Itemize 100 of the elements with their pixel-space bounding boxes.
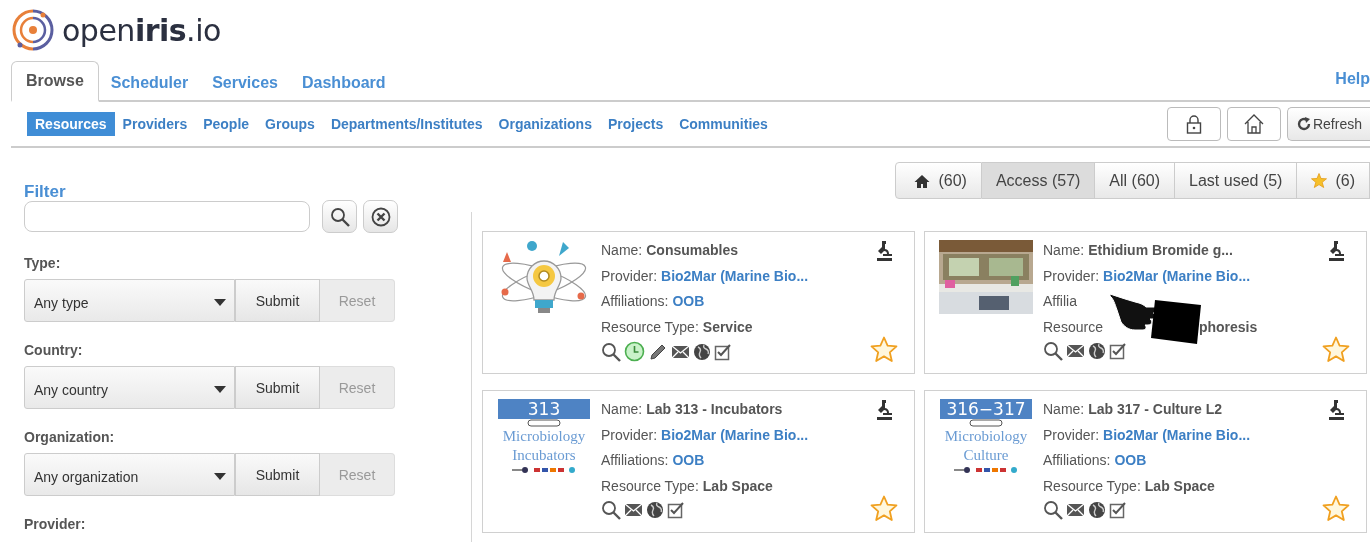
field-link[interactable]: OOB bbox=[672, 452, 705, 468]
microscope-icon bbox=[874, 399, 894, 421]
field-value: Lab 313 - Incubators bbox=[646, 401, 783, 417]
close-icon bbox=[370, 206, 391, 227]
checkbox-icon[interactable] bbox=[1109, 342, 1127, 360]
logo-text[interactable]: openiris.io bbox=[62, 12, 221, 48]
refresh-button[interactable]: Refresh bbox=[1286, 107, 1370, 141]
submit-button[interactable]: Submit bbox=[235, 279, 320, 322]
field-label: Affiliations: bbox=[601, 452, 669, 468]
checkbox-icon[interactable] bbox=[714, 342, 732, 361]
submit-button[interactable]: Submit bbox=[235, 453, 320, 496]
search-icon[interactable] bbox=[1043, 341, 1063, 361]
field-value: Lab Space bbox=[1144, 477, 1215, 494]
field-label: Type: bbox=[24, 255, 62, 271]
field-value: Service bbox=[702, 318, 753, 335]
search-field[interactable] bbox=[24, 201, 310, 232]
globe-icon[interactable] bbox=[1088, 342, 1106, 360]
thumbnail-text: Incubators bbox=[512, 446, 576, 465]
view-tab[interactable]: Last used (5) bbox=[1175, 162, 1298, 199]
field-value: Lab 317 - Culture L2 bbox=[1088, 401, 1223, 417]
caret-icon bbox=[214, 386, 226, 393]
field-link[interactable]: OOB bbox=[672, 293, 705, 309]
sub-tab[interactable]: Departments/Institutes bbox=[322, 112, 491, 136]
field-label: Provider: bbox=[601, 267, 658, 284]
checkbox-icon[interactable] bbox=[1109, 501, 1127, 519]
refresh-icon bbox=[1295, 116, 1312, 132]
sub-tab[interactable]: Organizations bbox=[490, 112, 600, 136]
sub-tab[interactable]: Resources bbox=[27, 112, 115, 136]
sub-tab[interactable]: Providers bbox=[114, 112, 196, 136]
field-label: Provider: bbox=[1043, 426, 1100, 443]
nav-tab[interactable]: Services bbox=[200, 63, 290, 102]
nav-tab[interactable]: Dashboard bbox=[290, 63, 398, 102]
help-link[interactable]: Help bbox=[1335, 70, 1370, 100]
nav-tab[interactable]: Browse bbox=[11, 61, 99, 102]
search-icon[interactable] bbox=[601, 341, 621, 362]
field-label: Country: bbox=[24, 342, 84, 358]
envelope-icon[interactable] bbox=[1066, 502, 1085, 518]
star-icon bbox=[1311, 173, 1328, 188]
favorite-star-icon[interactable] bbox=[870, 495, 898, 522]
dropdown-field[interactable]: Any type bbox=[24, 279, 235, 322]
field-link[interactable]: Bio2Mar (Marine Bio... bbox=[661, 426, 809, 443]
submit-button[interactable]: Submit bbox=[235, 366, 320, 409]
field-label: Provider: bbox=[1043, 267, 1100, 284]
search-icon[interactable] bbox=[601, 500, 621, 520]
favorite-star-icon[interactable] bbox=[1322, 495, 1350, 522]
thumbnail-number: 313 bbox=[498, 399, 590, 419]
thumbnail-number: 316−317 bbox=[940, 399, 1032, 419]
filter-heading: Filter bbox=[24, 182, 66, 202]
dropdown-field[interactable]: Any country bbox=[24, 366, 235, 409]
logo-strip-icon bbox=[512, 467, 576, 473]
sub-tab[interactable]: Groups bbox=[257, 112, 323, 136]
view-tab[interactable]: (60) bbox=[895, 162, 982, 199]
favorite-star-icon[interactable] bbox=[870, 336, 898, 363]
field-label: Provider: bbox=[601, 426, 658, 443]
lock-button[interactable] bbox=[1166, 107, 1221, 141]
home-button[interactable] bbox=[1226, 107, 1281, 141]
sub-tab[interactable]: People bbox=[195, 112, 258, 136]
thumbnail-text: Culture bbox=[963, 446, 1009, 465]
microscope-icon bbox=[874, 240, 894, 262]
field-link[interactable]: Bio2Mar (Marine Bio... bbox=[1103, 267, 1251, 284]
checkbox-icon[interactable] bbox=[667, 501, 685, 519]
nav-tab[interactable]: Scheduler bbox=[98, 63, 201, 102]
favorite-star-icon[interactable] bbox=[1322, 336, 1350, 363]
lock-icon bbox=[1185, 114, 1202, 134]
view-tab[interactable]: (6) bbox=[1297, 162, 1370, 199]
sub-tab[interactable]: Projects bbox=[599, 112, 672, 136]
field-label: Affilia bbox=[1043, 293, 1077, 309]
clear-button[interactable] bbox=[363, 200, 398, 233]
field-link[interactable]: OOB bbox=[1114, 452, 1147, 468]
field-label: Organization: bbox=[24, 429, 116, 445]
envelope-icon[interactable] bbox=[1066, 343, 1085, 359]
field-label: Resource Type: bbox=[601, 318, 699, 335]
search-icon[interactable] bbox=[1043, 500, 1063, 520]
field-label: Affiliations: bbox=[601, 293, 669, 309]
caret-icon bbox=[214, 473, 226, 480]
envelope-icon[interactable] bbox=[624, 502, 643, 518]
thumbnail-text: Microbiology bbox=[502, 427, 586, 446]
field-value: Lab Space bbox=[702, 477, 773, 494]
sub-tab[interactable]: Communities bbox=[671, 112, 776, 136]
field-value: Ethidium Bromide g... bbox=[1088, 242, 1233, 258]
field-value: Consumables bbox=[646, 242, 739, 258]
view-tab[interactable]: Access (57) bbox=[981, 162, 1096, 199]
globe-icon[interactable] bbox=[646, 501, 664, 519]
field-link[interactable]: Bio2Mar (Marine Bio... bbox=[661, 267, 809, 284]
field-label: Name: bbox=[1043, 242, 1085, 258]
field-label: Name: bbox=[1043, 401, 1085, 417]
search-button[interactable] bbox=[322, 200, 357, 233]
microscope-icon bbox=[1326, 240, 1346, 262]
dropdown-field[interactable]: Any organization bbox=[24, 453, 235, 496]
field-label: Affiliations: bbox=[1043, 452, 1111, 468]
field-label: Resource bbox=[1043, 318, 1103, 335]
logo-icon[interactable] bbox=[10, 7, 56, 53]
view-tab[interactable]: All (60) bbox=[1095, 162, 1176, 199]
home-icon bbox=[1242, 113, 1265, 135]
field-label: Resource Type: bbox=[601, 477, 699, 494]
envelope-icon[interactable] bbox=[671, 343, 690, 360]
globe-icon[interactable] bbox=[693, 342, 711, 361]
globe-icon[interactable] bbox=[1088, 501, 1106, 519]
field-label: Name: bbox=[601, 401, 643, 417]
field-link[interactable]: Bio2Mar (Marine Bio... bbox=[1103, 426, 1251, 443]
